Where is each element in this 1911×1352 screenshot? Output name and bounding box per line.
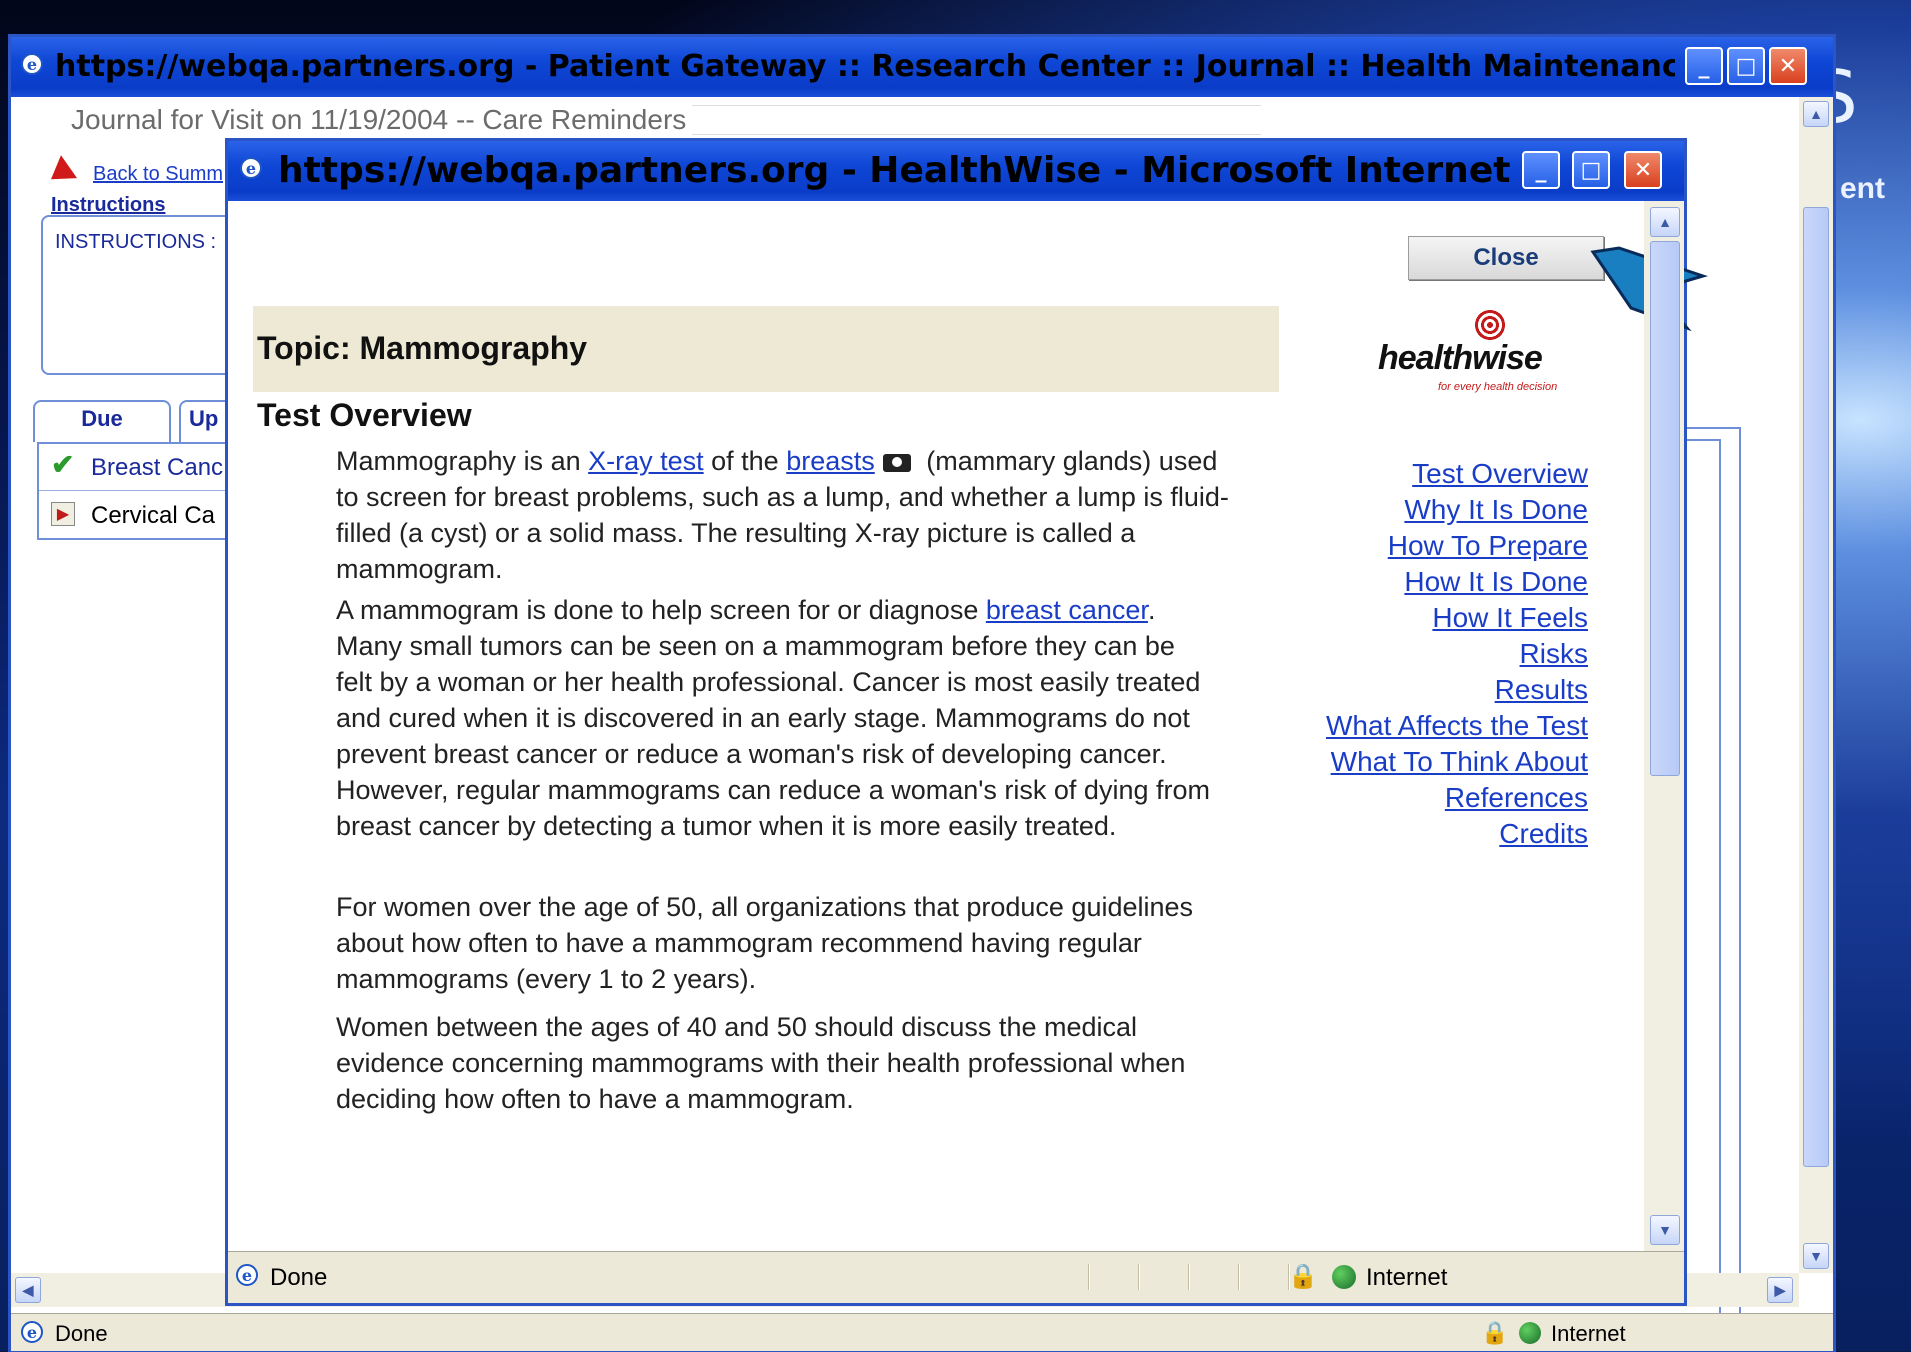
close-button[interactable]: Close <box>1408 236 1604 280</box>
maximize-button[interactable]: □ <box>1572 151 1610 189</box>
topic-title: Topic: Mammography <box>257 330 588 366</box>
scroll-left-button[interactable]: ◀ <box>15 1277 41 1303</box>
maximize-button[interactable]: □ <box>1727 47 1765 85</box>
fingerprint-icon <box>1474 309 1506 341</box>
instructions-box: INSTRUCTIONS : <box>41 215 241 375</box>
scroll-down-button[interactable]: ▼ <box>1650 1215 1680 1245</box>
xray-test-link[interactable]: X-ray test <box>588 446 704 476</box>
globe-icon <box>1332 1265 1356 1289</box>
logo-wordmark: healthwise <box>1378 339 1543 377</box>
instructions-text: INSTRUCTIONS : <box>55 231 217 253</box>
scroll-up-button[interactable]: ▲ <box>1803 101 1829 127</box>
close-window-button[interactable]: ✕ <box>1769 47 1807 85</box>
paragraph-2: A mammogram is done to help screen for o… <box>336 592 1216 844</box>
scroll-down-button[interactable]: ▼ <box>1803 1243 1829 1269</box>
reminder-row[interactable]: ✔ Breast Canc <box>39 444 255 491</box>
toc-link-results[interactable]: Results <box>1288 672 1588 708</box>
popup-vertical-scrollbar[interactable]: ▲ ▼ <box>1644 201 1684 1251</box>
popup-titlebar: e https://webqa.partners.org - HealthWis… <box>228 141 1684 201</box>
ie-icon: e <box>240 157 262 179</box>
scroll-up-button[interactable]: ▲ <box>1650 207 1680 237</box>
popup-window-title: https://webqa.partners.org - HealthWise … <box>278 151 1528 191</box>
section-heading: Test Overview <box>257 397 472 433</box>
tab-due[interactable]: Due <box>33 400 171 442</box>
back-arrow-icon <box>42 155 78 191</box>
breast-cancer-link[interactable]: breast cancer <box>986 595 1148 625</box>
status-divider <box>1088 1264 1090 1290</box>
toc-link-why-done[interactable]: Why It Is Done <box>1288 492 1588 528</box>
minimize-button[interactable]: _ <box>1522 151 1560 189</box>
toc-link-test-overview[interactable]: Test Overview <box>1288 456 1588 492</box>
outer-status-bar: e Done 🔒 Internet <box>11 1313 1833 1351</box>
toc-link-how-feels[interactable]: How It Feels <box>1288 600 1588 636</box>
paragraph-1: Mammography is an X-ray test of the brea… <box>336 443 1246 587</box>
page-icon: e <box>21 1321 43 1343</box>
p2-text-b: . Many small tumors can be seen on a mam… <box>336 595 1210 841</box>
outer-titlebar: e https://webqa.partners.org - Patient G… <box>11 37 1833 97</box>
status-divider <box>1238 1264 1240 1290</box>
journal-heading-text: Journal for Visit on 11/19/2004 -- Care … <box>31 104 693 135</box>
toc-link-how-to-prepare[interactable]: How To Prepare <box>1288 528 1588 564</box>
toc-link-risks[interactable]: Risks <box>1288 636 1588 672</box>
p2-text-a: A mammogram is done to help screen for o… <box>336 595 986 625</box>
p1-text-b: of the <box>703 446 787 476</box>
toc-link-how-done[interactable]: How It Is Done <box>1288 564 1588 600</box>
page-icon: e <box>236 1264 258 1286</box>
journal-heading: Journal for Visit on 11/19/2004 -- Care … <box>31 104 1261 135</box>
camera-icon <box>882 453 911 472</box>
logo-tagline: for every health decision <box>1438 381 1558 393</box>
toc-link-references[interactable]: References <box>1288 780 1588 816</box>
lock-icon: 🔒 <box>1481 1320 1509 1345</box>
topic-bar: Topic: Mammography <box>253 306 1279 392</box>
healthwise-logo: healthwise for every health decision <box>1378 309 1588 399</box>
close-window-button[interactable]: ✕ <box>1624 151 1662 189</box>
scroll-thumb[interactable] <box>1803 207 1829 1167</box>
zone-text: Internet <box>1366 1264 1448 1291</box>
outer-window-title: https://webqa.partners.org - Patient Gat… <box>55 49 1675 84</box>
toc-link-what-affects[interactable]: What Affects the Test <box>1288 708 1588 744</box>
minimize-button[interactable]: _ <box>1685 47 1723 85</box>
paragraph-4: Women between the ages of 40 and 50 shou… <box>336 1012 1186 1114</box>
reminder-label: Breast Canc <box>91 454 224 481</box>
zone-text: Internet <box>1551 1321 1626 1346</box>
outer-vertical-scrollbar[interactable]: ▲ ▼ <box>1799 97 1833 1273</box>
globe-icon <box>1519 1322 1541 1344</box>
status-divider <box>1138 1264 1140 1290</box>
p1-text-a: Mammography is an <box>336 446 589 476</box>
status-divider <box>1188 1264 1190 1290</box>
reminder-label: Cervical Ca <box>91 502 216 529</box>
healthwise-popup-window: e https://webqa.partners.org - HealthWis… <box>225 138 1709 1306</box>
instructions-label: Instructions <box>51 194 166 216</box>
paragraph-3: For women over the age of 50, all organi… <box>336 892 1194 994</box>
status-text: Done <box>270 1264 328 1291</box>
slide-text-fragment: ent <box>1840 172 1885 205</box>
back-to-summary-link[interactable]: Back to Summ <box>93 163 223 186</box>
reminder-row[interactable]: ▶ Cervical Ca <box>39 492 255 540</box>
reminder-list: ✔ Breast Canc ▶ Cervical Ca <box>37 442 257 540</box>
scroll-right-button[interactable]: ▶ <box>1767 1277 1793 1303</box>
checkmark-icon: ✔ <box>51 449 75 480</box>
topic-navigation: Test Overview Why It Is Done How To Prep… <box>1288 456 1588 852</box>
toc-link-credits[interactable]: Credits <box>1288 816 1588 852</box>
scroll-thumb[interactable] <box>1650 241 1680 776</box>
breasts-link[interactable]: breasts <box>786 446 875 476</box>
toc-link-what-to-think[interactable]: What To Think About <box>1288 744 1588 780</box>
status-text: Done <box>55 1321 108 1346</box>
ie-icon: e <box>21 53 43 75</box>
lock-icon: 🔒 <box>1288 1263 1318 1290</box>
popup-status-bar: e Done 🔒 Internet <box>228 1251 1684 1303</box>
play-icon: ▶ <box>51 502 75 526</box>
popup-client-area: Close Topic: Mammography healthwise for … <box>228 201 1709 1251</box>
